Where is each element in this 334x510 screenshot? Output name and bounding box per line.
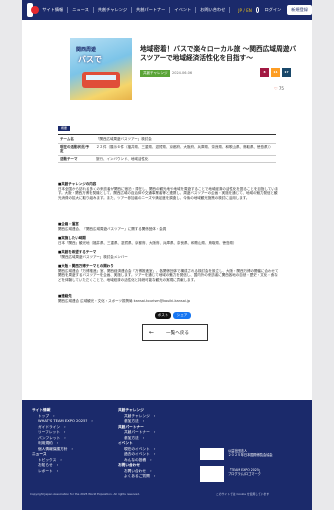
back-label: 一覧へ戻る <box>166 330 190 336</box>
section-body: 日本全国から訪れる多くの来訪者が関西に宿泊・滞在し、関西の観光地や地域を周遊する… <box>58 186 279 201</box>
back-to-list-button[interactable]: ← 一覧へ戻る <box>142 324 208 341</box>
overview-tag: 概要 <box>58 126 70 131</box>
row-value: 旅行、インバウンド、地域活性化 <box>94 155 276 164</box>
nav-news[interactable]: ニュース <box>68 7 94 13</box>
thumbnail-text-1: 関西周遊 <box>76 47 97 53</box>
nav-site-info[interactable]: サイト情報 <box>38 7 69 13</box>
org-line-2: ２０２５年日本国際博覧会協会 <box>228 453 273 458</box>
org-name-block: 公益社団法人 ２０２５年日本国際博覧会協会 <box>228 449 273 457</box>
table-row: 現在の活動状況/予定 ２２件（展示６件（福井県、三重県、滋賀県、京都府、大阪府、… <box>58 143 276 156</box>
row-key: 活動テーマ <box>58 155 94 164</box>
footer-link[interactable]: WHAT'S TEAM EXPO 2025? <box>32 419 93 425</box>
section-body: 関西広域連合「万博推進」室、関西経済連合会「万博推進室」、各関係団体で構成される… <box>58 268 279 283</box>
row-value: 「関西広域周遊バスツアー」検討会 <box>94 136 276 144</box>
expo-association-logo[interactable] <box>200 448 224 460</box>
thumbnail-text-2: バスで <box>78 55 102 64</box>
nav-partner[interactable]: 共創パートナー <box>132 7 171 13</box>
like-counter[interactable]: ♡ 75 <box>274 86 284 91</box>
heart-icon[interactable]: ♡ <box>274 86 278 91</box>
like-count: 75 <box>278 86 284 91</box>
description-section: ■大阪・関西万博テーマとの関わり 関西広域連合「万博推進」室、関西経済連合会「万… <box>58 264 280 283</box>
sdg-17-icon: 17 <box>282 68 291 77</box>
nav-event[interactable]: イベント <box>170 7 197 13</box>
category-badge[interactable]: 共創チャレンジ <box>140 70 171 77</box>
share-x-button[interactable]: ポスト <box>155 312 171 319</box>
section-body: 関西広域連合、「関西広域周遊バスツアー」に関する関係団体・会員 <box>58 226 167 231</box>
search-icon[interactable] <box>255 7 260 13</box>
site-header: サイト情報 ニュース 共創チャレンジ 共創パートナー イベント お問い合わせ J… <box>22 0 312 20</box>
footer-link[interactable]: よくあるご質問 <box>118 474 155 480</box>
footer-link[interactable]: レポート <box>32 469 93 475</box>
bus-illustration <box>82 72 120 88</box>
section-heading: ■企画・運営 <box>58 222 79 226</box>
language-switch[interactable]: JP / EN <box>238 8 252 13</box>
project-date: 2024.06.06 <box>172 70 193 75</box>
section-body: 関西広域連合 広域観光・文化・スポーツ振興局 kansai-tourism@ko… <box>58 298 191 303</box>
section-body: 「関西広域周遊バスツアー」検討会メンバー <box>58 254 128 259</box>
row-key: チーム名 <box>58 136 94 144</box>
team-expo-block: 「TEAM EXPO 2025」 プログラム/ロゴマーク <box>228 468 262 476</box>
team-expo-logo[interactable] <box>200 466 224 482</box>
cookie-note: このサイトでは Cookie を使用しています <box>216 492 270 496</box>
row-key: 現在の活動状況/予定 <box>58 143 94 156</box>
description-section: ■実施したい時期 日本「関西」観光地（福井県、三重県、滋賀県、京都府、大阪府、兵… <box>58 236 280 245</box>
sdg-11-icon: 11 <box>271 68 280 77</box>
footer-col-site: サイト情報 トップ WHAT'S TEAM EXPO 2025? ガイドライン … <box>32 408 93 474</box>
signup-button[interactable]: 新規登録 <box>287 5 312 15</box>
row-value: ２２件（展示６件（福井県、三重県、滋賀県、京都府、大阪府、兵庫県、奈良県、和歌山… <box>94 143 276 156</box>
description-section: ■企画・運営 関西広域連合、「関西広域周遊バスツアー」に関する関係団体・会員 <box>58 222 280 231</box>
copyright-text: Copyright Japan Association for the 2025… <box>30 492 140 496</box>
section-heading: ■大阪・関西万博テーマとの関わり <box>58 264 114 268</box>
description-section: ■共創を希望するテーマ 「関西広域周遊バスツアー」検討会メンバー <box>58 250 280 259</box>
footer-col-programs: 共創チャレンジ 共創チャレンジ 参加方法 共創パートナー 共創パートナー 参加方… <box>118 408 155 480</box>
table-row: チーム名 「関西広域周遊バスツアー」検討会 <box>58 136 276 144</box>
description-section: ■共創チャレンジの内容 日本全国から訪れる多くの来訪者が関西に宿泊・滞在し、関西… <box>58 182 280 201</box>
table-top-rule <box>58 134 276 135</box>
nav-contact[interactable]: お問い合わせ <box>196 7 231 13</box>
project-title: 地域密着！バスで楽々ローカル旅 〜関西広域周遊バスツアーで地域経済活性化を目指す… <box>140 45 297 63</box>
section-heading: ■連絡先 <box>58 294 72 298</box>
expo-logo[interactable] <box>27 3 40 17</box>
site-footer: サイト情報 トップ WHAT'S TEAM EXPO 2025? ガイドライン … <box>22 400 312 510</box>
project-info-table: チーム名 「関西広域周遊バスツアー」検討会 現在の活動状況/予定 ２２件（展示６… <box>58 136 276 164</box>
section-heading: ■共創チャレンジの内容 <box>58 182 97 186</box>
main-nav: サイト情報 ニュース 共創チャレンジ 共創パートナー イベント お問い合わせ <box>38 7 231 13</box>
project-thumbnail: 関西周遊 バスで <box>70 38 132 100</box>
sdg-8-icon: 8 <box>260 68 269 77</box>
footer-link[interactable]: 過去のイベント <box>118 452 155 458</box>
team-expo-line-2: プログラム/ロゴマーク <box>228 472 261 477</box>
section-heading: ■共創を希望するテーマ <box>58 250 97 254</box>
nav-challenge[interactable]: 共創チャレンジ <box>94 7 133 13</box>
table-row: 活動テーマ 旅行、インバウンド、地域活性化 <box>58 155 276 164</box>
share-facebook-button[interactable]: シェア <box>173 312 191 319</box>
description-section: ■連絡先 関西広域連合 広域観光・文化・スポーツ振興局 kansai-touri… <box>58 294 280 303</box>
page-frame: サイト情報 ニュース 共創チャレンジ 共創パートナー イベント お問い合わせ J… <box>22 0 312 510</box>
section-body: 日本「関西」観光地（福井県、三重県、滋賀県、京都府、大阪府、兵庫県、奈良県、和歌… <box>58 240 237 245</box>
footer-link[interactable]: 共創パートナー <box>118 430 155 436</box>
section-heading: ■実施したい時期 <box>58 236 86 240</box>
arrow-left-icon: ← <box>149 329 155 336</box>
login-link[interactable]: ログイン <box>264 7 281 13</box>
